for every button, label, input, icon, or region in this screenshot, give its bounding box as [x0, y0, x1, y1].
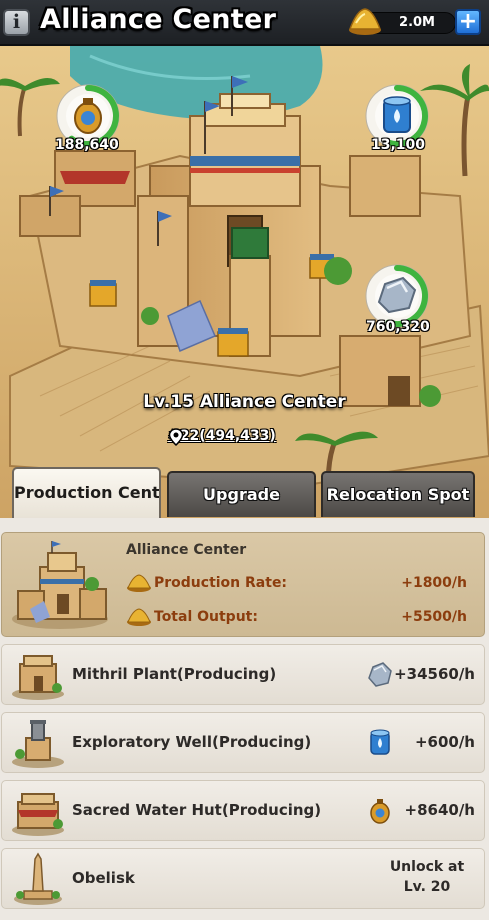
list-item-rate: +600/h [414, 733, 475, 751]
list-item-name: Sacred Water Hut(Producing) [72, 801, 322, 819]
resource-value-1: 188,640 [55, 137, 119, 153]
production-list: Alliance Center Production Rate: +1800/h… [0, 518, 489, 920]
featured-alliance-center[interactable]: Alliance Center Production Rate: +1800/h… [1, 532, 485, 637]
sacred-water-bottle-icon [370, 799, 390, 824]
total-output-value: +5500/h [401, 609, 467, 625]
resource-value-2: 13,100 [371, 137, 426, 153]
alliance-center-scene[interactable]: 188,640 13,100 760,320 Lv.15 Alliance Ce… [0, 46, 489, 520]
production-rate-value: +1800/h [401, 575, 467, 591]
obelisk-thumbnail [14, 852, 62, 905]
gold-pile-icon [127, 608, 151, 626]
sacred-water-hut-thumbnail [12, 793, 64, 836]
water-barrel-icon [370, 729, 390, 755]
alliance-center-thumbnail [12, 541, 108, 629]
list-item-name: Obelisk [72, 869, 135, 887]
featured-name: Alliance Center [126, 542, 247, 558]
mithril-ore-icon [368, 662, 392, 687]
list-item-exploratory-well[interactable]: Exploratory Well(Producing) +600/h [1, 712, 485, 773]
list-item-sacred-water-hut[interactable]: Sacred Water Hut(Producing) +8640/h [1, 780, 485, 841]
add-currency-button[interactable]: + [455, 9, 481, 35]
coordinates-text: #22(494,433) [168, 428, 276, 444]
list-item-name: Exploratory Well(Producing) [72, 733, 312, 751]
tab-relocation-spot[interactable]: Relocation Spot [321, 471, 475, 517]
gold-pile-icon [348, 8, 382, 35]
tab-production-center[interactable]: Production Center [12, 467, 161, 519]
production-rate-label: Production Rate: [154, 575, 288, 591]
list-item-mithril-plant[interactable]: Mithril Plant(Producing) +34560/h [1, 644, 485, 705]
building-name: Lv.15 Alliance Center [143, 392, 346, 412]
tab-upgrade[interactable]: Upgrade [167, 471, 316, 517]
location-pin-icon [168, 428, 184, 446]
info-icon: i [12, 11, 21, 33]
info-button[interactable]: i [3, 9, 30, 36]
list-item-rate: +34560/h [394, 665, 475, 683]
plus-icon: + [458, 9, 478, 34]
total-output-label: Total Output: [154, 609, 258, 625]
tab-bar: Production Center Upgrade Relocation Spo… [0, 466, 489, 519]
currency-value: 2.0M [399, 15, 435, 30]
resource-value-3: 760,320 [366, 319, 430, 335]
list-item-name: Mithril Plant(Producing) [72, 665, 277, 683]
unlock-requirement: Unlock at Lv. 20 [389, 859, 465, 895]
gold-pile-icon [127, 574, 151, 592]
exploratory-well-thumbnail [12, 720, 64, 768]
list-item-obelisk[interactable]: Obelisk Unlock at Lv. 20 [1, 848, 485, 909]
top-bar: i Alliance Center 2.0M + [0, 0, 489, 46]
production-rate-stat: Production Rate: +1800/h [126, 572, 484, 594]
page-title: Alliance Center [40, 4, 277, 35]
coordinates-link[interactable]: #22(494,433) [168, 428, 276, 446]
list-item-rate: +8640/h [404, 801, 475, 819]
mithril-plant-thumbnail [12, 655, 64, 700]
total-output-stat: Total Output: +5500/h [126, 606, 484, 628]
